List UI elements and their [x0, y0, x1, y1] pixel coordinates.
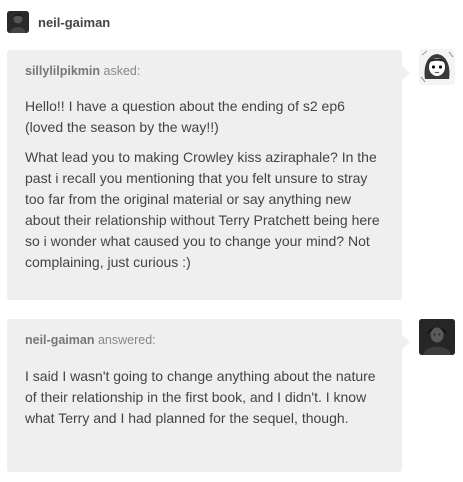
answered-label: answered: [97, 333, 156, 347]
blog-name-link[interactable]: neil-gaiman [38, 15, 110, 30]
asker-name-link[interactable]: sillylilpikmin [25, 64, 100, 78]
answer-paragraph: I said I wasn't going to change anything… [25, 368, 376, 426]
ask-paragraph: What lead you to making Crowley kiss azi… [25, 149, 380, 270]
ask-bubble: sillylilpikmin asked: Hello!! I have a q… [7, 50, 410, 300]
post-header: neil-gaiman [7, 11, 110, 33]
blog-avatar-icon[interactable] [7, 11, 29, 33]
ask-byline: sillylilpikmin asked: [25, 63, 384, 79]
answerer-name-link[interactable]: neil-gaiman [25, 333, 94, 347]
answer-byline: neil-gaiman answered: [25, 332, 384, 348]
answer-bubble: neil-gaiman answered: I said I wasn't go… [7, 319, 410, 472]
answerer-avatar-icon[interactable] [419, 319, 455, 355]
asker-avatar-icon[interactable] [419, 49, 455, 85]
ask-paragraph: Hello!! I have a question about the endi… [25, 98, 345, 135]
asked-label: asked: [103, 64, 141, 78]
